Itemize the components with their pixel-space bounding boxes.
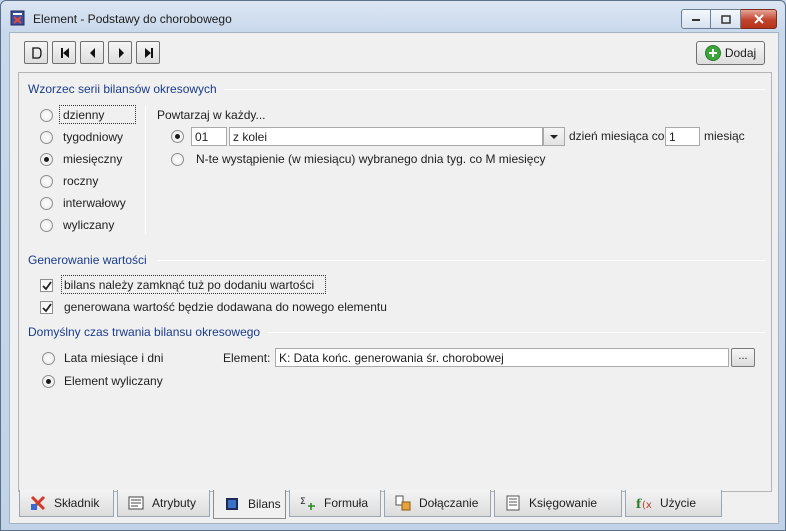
svg-text:Σ: Σ: [300, 497, 306, 507]
tab-bilans[interactable]: Bilans: [213, 490, 286, 519]
duration-label-calculated-element: Element wyliczany: [64, 374, 163, 388]
duration-title: Domyślny czas trwania bilansu okresowego: [28, 325, 261, 339]
frequency-radio-calculated[interactable]: [40, 219, 53, 232]
plus-circle-icon: [704, 45, 721, 61]
first-record-icon: [61, 48, 69, 58]
client-area: Dodaj Wzorzec serii bilansów okresowych …: [9, 32, 779, 524]
last-record-icon: [145, 48, 153, 58]
add-button[interactable]: Dodaj: [696, 41, 765, 65]
tab-ksiegowanie[interactable]: Księgowanie: [494, 490, 622, 517]
close-balance-checkbox[interactable]: [40, 279, 53, 292]
frequency-radio-daily[interactable]: [40, 109, 53, 122]
duration-radio-calculated-element[interactable]: [42, 375, 55, 388]
minimize-button[interactable]: [681, 9, 711, 29]
prev-record-button[interactable]: [80, 41, 104, 64]
nth-occurrence-radio[interactable]: [171, 153, 184, 166]
svg-text:(x): (x): [642, 500, 652, 511]
new-record-button[interactable]: [24, 41, 48, 64]
frequency-radio-weekly[interactable]: [40, 131, 53, 144]
tab-uzycie[interactable]: f(x) Użycie: [625, 490, 722, 517]
browse-element-button[interactable]: ...: [731, 348, 755, 367]
frequency-label-calculated: wyliczany: [63, 218, 115, 232]
add-to-new-element-label: generowana wartość będzie dodawana do no…: [64, 300, 387, 314]
repeat-day-radio[interactable]: [171, 130, 184, 143]
close-icon: [753, 14, 764, 24]
repeat-label: Powtarzaj w każdy...: [157, 108, 266, 122]
frequency-label-monthly: miesięczny: [63, 152, 123, 166]
first-record-button[interactable]: [52, 41, 76, 64]
usage-function-icon: f(x): [636, 497, 652, 511]
checkmark-icon: [42, 281, 52, 291]
tab-dolaczanie[interactable]: Dołączanie: [384, 490, 491, 517]
focus-indicator: [61, 275, 326, 294]
month-interval-input[interactable]: 1: [665, 127, 700, 146]
add-button-label: Dodaj: [724, 46, 757, 60]
last-record-button[interactable]: [136, 41, 160, 64]
nth-occurrence-label: N-te wystąpienie (w miesiącu) wybranego …: [196, 152, 546, 166]
accounting-icon: [506, 495, 520, 511]
duration-radio-years-months-days[interactable]: [42, 352, 55, 365]
consecutive-dropdown-button[interactable]: [543, 127, 565, 146]
add-to-new-element-checkbox[interactable]: [40, 301, 53, 314]
maximize-icon: [720, 14, 731, 24]
frequency-label-yearly: roczny: [63, 174, 99, 188]
tab-skladnik[interactable]: Składnik: [19, 490, 114, 517]
minimize-icon: [692, 19, 700, 21]
formula-icon: Σ: [300, 497, 315, 510]
section-divider: [224, 89, 765, 90]
tab-label: Bilans: [248, 497, 281, 511]
series-pattern-title: Wzorzec serii bilansów okresowych: [28, 82, 217, 96]
tab-formula[interactable]: Σ Formuła: [289, 490, 381, 517]
attach-icon: [395, 495, 411, 511]
frequency-radio-monthly[interactable]: [40, 153, 53, 166]
attributes-icon: [128, 496, 144, 510]
consecutive-select[interactable]: z kolei: [229, 127, 543, 146]
vertical-divider: [145, 106, 146, 234]
checkmark-icon: [42, 303, 52, 313]
day-input[interactable]: 01: [191, 127, 227, 146]
section-divider: [268, 332, 765, 333]
tab-label: Księgowanie: [529, 496, 598, 510]
balance-icon: [226, 498, 238, 510]
new-record-icon: [32, 47, 42, 59]
main-window: Element - Podstawy do chorobowego Dodaj …: [0, 0, 786, 531]
frequency-label-weekly: tygodniowy: [63, 130, 124, 144]
tab-label: Składnik: [54, 496, 100, 510]
frequency-radio-interval[interactable]: [40, 197, 53, 210]
tab-label: Dołączanie: [419, 496, 479, 510]
app-document-icon: [10, 10, 25, 26]
maximize-button[interactable]: [711, 9, 741, 29]
tab-label: Formuła: [324, 496, 369, 510]
day-of-month-label: dzień miesiąca co: [569, 129, 665, 143]
month-label: miesiąc: [704, 129, 745, 143]
element-label: Element:: [223, 351, 271, 365]
balance-panel: Wzorzec serii bilansów okresowych dzienn…: [18, 72, 772, 492]
focus-indicator: [59, 105, 136, 124]
element-field[interactable]: K: Data końc. generowania śr. chorobowej: [275, 348, 729, 367]
section-divider: [157, 260, 765, 261]
frequency-label-interval: interwałowy: [63, 196, 126, 210]
duration-label-years-months-days: Lata miesiące i dni: [64, 351, 164, 365]
close-button[interactable]: [741, 9, 777, 29]
window-title: Element - Podstawy do chorobowego: [33, 12, 232, 26]
next-record-button[interactable]: [108, 41, 132, 64]
value-generation-title: Generowanie wartości: [28, 253, 147, 267]
title-bar[interactable]: Element - Podstawy do chorobowego: [1, 1, 785, 33]
frequency-radio-yearly[interactable]: [40, 175, 53, 188]
tab-label: Użycie: [660, 496, 697, 510]
tab-label: Atrybuty: [152, 496, 197, 510]
prev-record-icon: [90, 48, 95, 58]
next-record-icon: [119, 48, 124, 58]
tab-atrybuty[interactable]: Atrybuty: [117, 490, 210, 517]
component-icon: [30, 495, 46, 511]
